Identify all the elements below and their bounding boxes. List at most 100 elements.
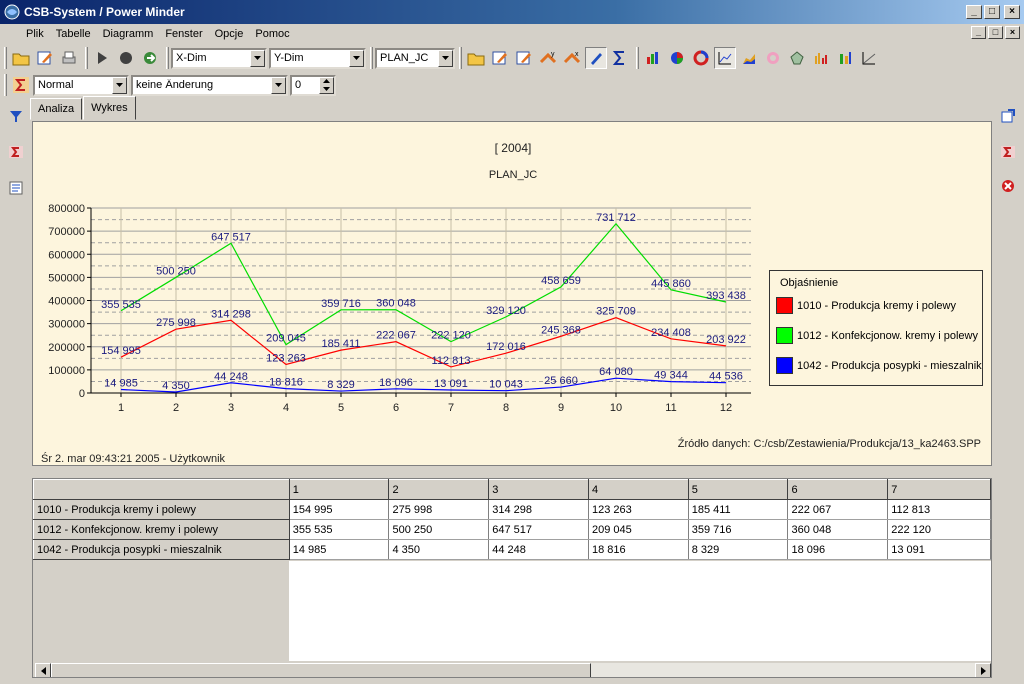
scroll-right-button[interactable]	[975, 663, 991, 677]
radar-chart-button[interactable]	[786, 47, 808, 69]
maximize-button[interactable]: □	[984, 5, 1000, 19]
minimize-button[interactable]: _	[966, 5, 982, 19]
print-button[interactable]	[58, 47, 80, 69]
edit-button-3[interactable]	[513, 47, 535, 69]
table-cell[interactable]: 44 248	[488, 539, 589, 560]
menu-plik[interactable]: Plik	[20, 28, 50, 40]
table-cell[interactable]: 500 250	[388, 519, 490, 540]
table-cell[interactable]: 359 716	[688, 519, 789, 540]
table-cell[interactable]: 222 120	[887, 519, 991, 540]
edit-button-2[interactable]	[489, 47, 511, 69]
play-button[interactable]	[91, 47, 113, 69]
toolbar-grip[interactable]	[4, 47, 7, 69]
properties-side-button[interactable]	[6, 178, 26, 198]
row-header[interactable]: 1012 - Konfekcjonow. kremy i polewy	[33, 519, 290, 540]
sum-button[interactable]	[609, 47, 631, 69]
run-button[interactable]	[139, 47, 161, 69]
open-folder-button[interactable]	[10, 47, 32, 69]
toolbar-grip[interactable]	[636, 47, 639, 69]
table-cell[interactable]: 209 045	[588, 519, 689, 540]
table-cell[interactable]: 647 517	[488, 519, 589, 540]
table-cell[interactable]: 314 298	[488, 499, 589, 520]
chevron-down-icon[interactable]	[349, 49, 364, 67]
table-cell[interactable]: 275 998	[388, 499, 490, 520]
xy-chart-button[interactable]	[858, 47, 880, 69]
toolbar-grip[interactable]	[459, 47, 462, 69]
close-button[interactable]: ×	[1004, 5, 1020, 19]
chevron-down-icon[interactable]	[250, 49, 265, 67]
column-header[interactable]: 6	[787, 479, 889, 500]
toolbar-grip[interactable]	[370, 47, 373, 69]
menu-opcje[interactable]: Opcje	[209, 28, 250, 40]
sum-side-button[interactable]	[6, 142, 26, 162]
edit-button[interactable]	[34, 47, 56, 69]
column-header[interactable]: 4	[587, 479, 689, 500]
mode-select[interactable]: Normal	[33, 74, 129, 96]
stop-button[interactable]	[115, 47, 137, 69]
ring-chart-button[interactable]	[762, 47, 784, 69]
number-stepper[interactable]: 0	[290, 74, 336, 96]
chevron-down-icon[interactable]	[438, 49, 453, 67]
row-header[interactable]: 1042 - Produkcja posypki - mieszalnik	[33, 539, 290, 560]
mdi-restore-button[interactable]: □	[988, 26, 1003, 39]
stacked-chart-button[interactable]	[834, 47, 856, 69]
table-cell[interactable]: 14 985	[289, 539, 390, 560]
table-cell[interactable]: 18 816	[588, 539, 689, 560]
export-side-button[interactable]	[998, 106, 1018, 126]
spinner-arrows-icon[interactable]	[319, 76, 334, 94]
line-chart-button[interactable]	[714, 47, 736, 69]
y-dim-select[interactable]: Y-Dim	[269, 47, 366, 69]
table-cell[interactable]: 154 995	[289, 499, 390, 520]
change-select[interactable]: keine Änderung	[131, 74, 288, 96]
open-folder-button-2[interactable]	[465, 47, 487, 69]
toolbar-grip[interactable]	[4, 74, 7, 96]
toolbar-grip[interactable]	[85, 47, 88, 69]
column-header[interactable]: 5	[687, 479, 789, 500]
table-cell[interactable]: 185 411	[688, 499, 789, 520]
table-cell[interactable]: 360 048	[787, 519, 889, 540]
x-dim-select[interactable]: X-Dim	[171, 47, 267, 69]
table-cell[interactable]: 4 350	[388, 539, 490, 560]
toolbar-grip[interactable]	[166, 47, 169, 69]
table-cell[interactable]: 112 813	[887, 499, 991, 520]
plan-select[interactable]: PLAN_JC	[375, 47, 455, 69]
panel-splitter[interactable]	[32, 466, 992, 478]
column-header[interactable]: 3	[488, 479, 589, 500]
mdi-minimize-button[interactable]: _	[971, 26, 986, 39]
swap-y-button[interactable]: y	[537, 47, 559, 69]
filter-side-button[interactable]	[6, 106, 26, 126]
pie-chart-button[interactable]	[666, 47, 688, 69]
tab-analiza[interactable]: Analiza	[30, 98, 83, 120]
bar-chart-button[interactable]	[642, 47, 664, 69]
menu-diagramm[interactable]: Diagramm	[97, 28, 160, 40]
tab-wykres[interactable]: Wykres	[83, 96, 136, 120]
scrollbar-thumb[interactable]	[51, 663, 591, 677]
table-cell[interactable]: 8 329	[688, 539, 789, 560]
cancel-side-button[interactable]	[998, 176, 1018, 196]
column-header[interactable]: 2	[388, 479, 490, 500]
table-cell[interactable]: 222 067	[787, 499, 889, 520]
sum-right-side-button[interactable]	[998, 142, 1018, 162]
menu-tabelle[interactable]: Tabelle	[50, 28, 97, 40]
table-cell[interactable]: 13 091	[887, 539, 991, 560]
column-header[interactable]: 7	[887, 479, 991, 500]
donut-chart-button[interactable]	[690, 47, 712, 69]
column-header[interactable]: 1	[288, 479, 390, 500]
chevron-down-icon[interactable]	[271, 76, 286, 94]
pen-button[interactable]	[585, 47, 607, 69]
area-chart-button[interactable]	[738, 47, 760, 69]
horizontal-scrollbar[interactable]	[35, 662, 991, 677]
table-cell[interactable]: 123 263	[588, 499, 689, 520]
sigma-button[interactable]	[10, 74, 32, 96]
row-header[interactable]: 1010 - Produkcja kremy i polewy	[33, 499, 290, 520]
chevron-down-icon[interactable]	[112, 76, 127, 94]
swap-x-button[interactable]: x	[561, 47, 583, 69]
table-cell[interactable]: 355 535	[289, 519, 390, 540]
column-chart-button[interactable]	[810, 47, 832, 69]
table-cell[interactable]: 18 096	[787, 539, 889, 560]
menu-fenster[interactable]: Fenster	[159, 28, 208, 40]
mdi-close-button[interactable]: ×	[1005, 26, 1020, 39]
export-icon	[1001, 109, 1015, 123]
menu-pomoc[interactable]: Pomoc	[249, 28, 295, 40]
scroll-left-button[interactable]	[35, 663, 51, 677]
